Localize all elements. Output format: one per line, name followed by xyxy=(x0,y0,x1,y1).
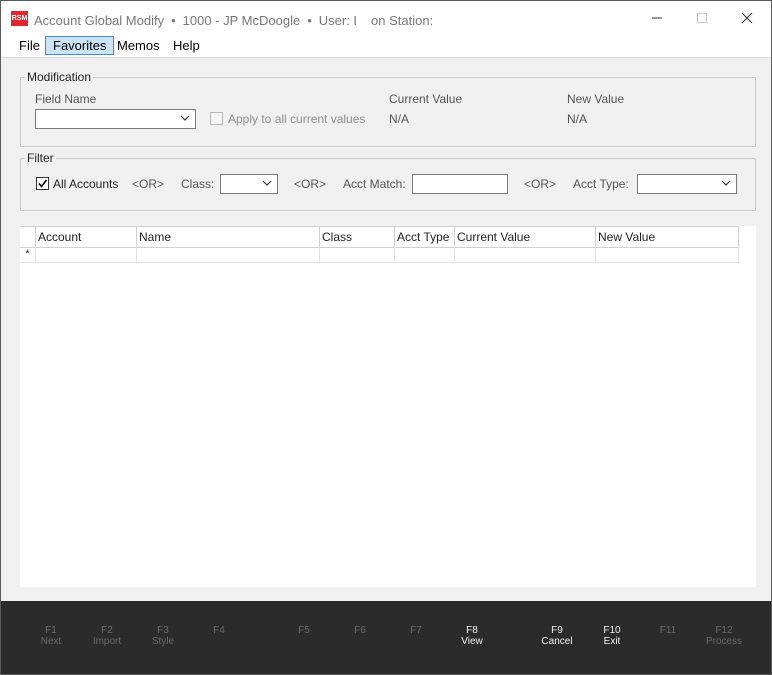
all-accounts-label: All Accounts xyxy=(53,177,119,191)
f3-key: F3 xyxy=(157,625,169,636)
f10-key: F10 xyxy=(603,625,621,636)
accounts-grid[interactable]: Account Name Class Acct Type Current Val… xyxy=(20,226,756,587)
f5-key: F5 xyxy=(298,625,310,636)
f12-process-button[interactable]: F12 Process xyxy=(696,625,752,647)
class-label: Class: xyxy=(181,177,215,191)
title-station: on Station: xyxy=(371,13,434,28)
f6-button[interactable]: F6 xyxy=(332,625,388,636)
f3-label: Style xyxy=(151,636,175,647)
f1-button[interactable]: F1 Next xyxy=(23,625,79,647)
title-user: User: I xyxy=(318,13,358,28)
title-separator: • xyxy=(307,13,312,28)
or-separator: <OR> xyxy=(132,177,165,191)
chevron-down-icon xyxy=(262,180,272,186)
title-app-name: Account Global Modify xyxy=(34,13,165,28)
or-separator: <OR> xyxy=(524,177,557,191)
title-client: 1000 - JP McDoogle xyxy=(182,13,301,28)
f5-button[interactable]: F5 xyxy=(276,625,332,636)
cell-current-value[interactable] xyxy=(454,246,595,262)
f9-key: F9 xyxy=(551,625,563,636)
maximize-icon xyxy=(697,13,707,23)
new-row-marker: * xyxy=(25,248,30,260)
new-value-label: New Value xyxy=(567,92,625,106)
acct-match-input[interactable] xyxy=(412,174,508,194)
menu-favorites[interactable]: Favorites xyxy=(45,36,115,55)
title-separator: • xyxy=(171,13,176,28)
current-value: N/A xyxy=(389,112,410,126)
f8-label: View xyxy=(461,636,483,647)
current-value-label: Current Value xyxy=(389,92,463,106)
f1-key: F1 xyxy=(45,625,57,636)
menu-file[interactable]: File xyxy=(12,36,47,55)
f2-button[interactable]: F2 Import xyxy=(79,625,135,647)
field-name-label: Field Name xyxy=(35,92,97,106)
f7-key: F7 xyxy=(410,625,422,636)
f4-key: F4 xyxy=(213,625,225,636)
chevron-down-icon xyxy=(180,115,190,121)
field-name-select[interactable] xyxy=(35,109,196,129)
f11-key: F11 xyxy=(659,625,677,636)
filter-legend: Filter xyxy=(27,151,54,165)
f2-key: F2 xyxy=(101,625,113,636)
close-button[interactable] xyxy=(724,1,770,35)
column-header-name[interactable]: Name xyxy=(136,227,319,247)
f8-view-button[interactable]: F8 View xyxy=(444,625,500,647)
cell-account[interactable] xyxy=(35,246,136,262)
acct-type-select[interactable] xyxy=(637,174,737,194)
function-key-bar: F1 Next F2 Import F3 Style F4 F5 F6 F7 F8 Vi… xyxy=(1,601,771,674)
or-separator: <OR> xyxy=(294,177,327,191)
f12-key: F12 xyxy=(715,625,733,636)
window-title: Account Global Modify • 1000 - JP McDoogle… xyxy=(34,11,433,28)
cell-class[interactable] xyxy=(319,246,394,262)
f11-button[interactable]: F11 xyxy=(640,625,696,636)
column-header-class[interactable]: Class xyxy=(319,227,394,247)
f10-label: Exit xyxy=(603,636,621,647)
cell-new-value[interactable] xyxy=(595,246,739,262)
cell-acct-type[interactable] xyxy=(394,246,454,262)
menu-bar: File Favorites Memos Help xyxy=(1,35,771,58)
checkmark-icon xyxy=(38,179,48,188)
f3-button[interactable]: F3 Style xyxy=(135,625,191,647)
rsm-logo-icon: RSM xyxy=(11,11,28,26)
table-row[interactable]: * xyxy=(20,246,739,263)
f8-key: F8 xyxy=(466,625,478,636)
maximize-button[interactable] xyxy=(679,1,725,35)
menu-memos[interactable]: Memos xyxy=(110,36,167,55)
grid-header: Account Name Class Acct Type Current Val… xyxy=(20,226,739,248)
cell-name[interactable] xyxy=(136,246,319,262)
app-window: RSM Account Global Modify • 1000 - JP McDo… xyxy=(0,0,772,675)
f9-cancel-button[interactable]: F9 Cancel xyxy=(529,625,585,647)
minimize-button[interactable] xyxy=(634,1,680,35)
f9-label: Cancel xyxy=(541,636,573,647)
menu-help[interactable]: Help xyxy=(166,36,207,55)
modification-legend: Modification xyxy=(27,70,92,84)
f6-key: F6 xyxy=(354,625,366,636)
chevron-down-icon xyxy=(721,180,731,186)
column-header-new-value[interactable]: New Value xyxy=(595,227,739,247)
apply-all-label: Apply to all current values xyxy=(228,112,366,126)
f12-label: Process xyxy=(705,636,743,647)
f1-label: Next xyxy=(40,636,62,647)
f10-exit-button[interactable]: F10 Exit xyxy=(584,625,640,647)
f4-button[interactable]: F4 xyxy=(191,625,247,636)
new-value: N/A xyxy=(567,112,588,126)
column-header-acct-type[interactable]: Acct Type xyxy=(394,227,454,247)
apply-all-checkbox[interactable] xyxy=(210,112,223,125)
all-accounts-checkbox[interactable] xyxy=(36,177,49,190)
f2-label: Import xyxy=(92,636,122,647)
close-icon xyxy=(741,12,753,24)
acct-type-label: Acct Type: xyxy=(573,177,629,191)
column-header-current-value[interactable]: Current Value xyxy=(454,227,595,247)
minimize-icon xyxy=(652,17,662,19)
acct-match-label: Acct Match: xyxy=(343,177,406,191)
title-bar: RSM Account Global Modify • 1000 - JP McDo… xyxy=(1,1,771,35)
column-header-account[interactable]: Account xyxy=(35,227,136,247)
f7-button[interactable]: F7 xyxy=(388,625,444,636)
class-select[interactable] xyxy=(220,174,278,194)
